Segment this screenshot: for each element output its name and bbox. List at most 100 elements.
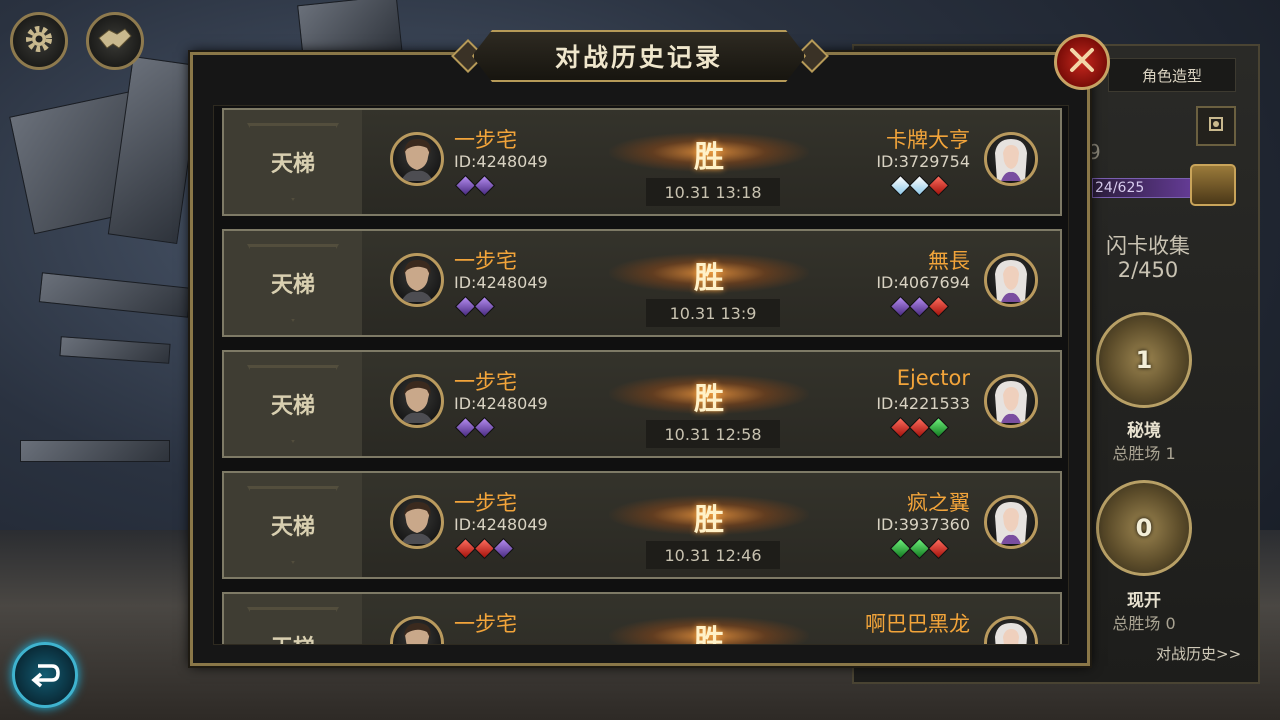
battle-history-link[interactable]: 对战历史>>: [1156, 643, 1241, 664]
collection-progress-bar: 24/625: [1092, 178, 1204, 198]
opponent-gems: [889, 174, 950, 197]
gem-green-icon: [927, 416, 950, 439]
collection-progress-text: 24/625: [1095, 180, 1145, 196]
player-name: 一步宅: [454, 491, 517, 515]
treasure-chest-icon[interactable]: [1190, 164, 1236, 206]
opponent-avatar[interactable]: [984, 132, 1038, 186]
record-row[interactable]: 天梯 一步宅 ID:4248049 胜 10.31 12:58 Ejector ID:422…: [222, 350, 1062, 458]
player-name: 一步宅: [454, 128, 517, 152]
settings-button[interactable]: [10, 12, 68, 70]
skin-icon-button[interactable]: [1196, 106, 1236, 146]
handshake-icon: [97, 24, 133, 58]
opponent-name: 卡牌大亨: [886, 128, 970, 152]
gem-purple-icon: [492, 537, 515, 560]
mode-cell: 天梯: [224, 110, 362, 214]
player-gems: [454, 416, 496, 439]
opponent-id: ID:3729754: [876, 152, 970, 171]
bg-stone-block: [38, 272, 192, 318]
mode-label: 天梯: [270, 393, 315, 419]
mode-label: 天梯: [271, 630, 315, 644]
opponent-name: Ejector: [896, 366, 970, 390]
bg-stone-block: [107, 56, 203, 244]
match-time: 10.31 12:46: [646, 541, 780, 569]
gem-red-icon: [927, 295, 950, 318]
tab-character-skins[interactable]: 角色造型: [1108, 58, 1236, 92]
player-avatar[interactable]: [390, 132, 444, 186]
player-name: 一步宅: [454, 612, 517, 636]
secret-realm-title: 秘境: [1127, 421, 1161, 441]
match-time: 10.31 12:58: [646, 420, 780, 448]
gem-purple-icon: [473, 416, 496, 439]
record-row[interactable]: 天梯 一步宅 ID:4248049 胜 10.31 12:46 疯之翼 ID:3937360: [222, 471, 1062, 579]
secret-realm-count: 1: [1135, 346, 1153, 374]
gem-red-icon: [927, 537, 950, 560]
player-gems: [454, 537, 515, 560]
records-list[interactable]: 天梯 一步宅 ID:4248049 胜 10.31 13:18 卡牌大亨 ID:372975…: [213, 105, 1069, 645]
mode-label: 天梯: [270, 272, 315, 298]
opponent-id: ID:4067694: [876, 273, 970, 292]
record-row[interactable]: 天梯 一步宅胜 啊巴巴黑龙: [222, 592, 1062, 645]
mode-cell: 天梯: [224, 473, 362, 577]
player-id: ID:4248049: [454, 394, 548, 413]
mode-label: 天梯: [270, 151, 315, 177]
close-icon: [1067, 45, 1097, 79]
result-label: 胜: [694, 140, 724, 175]
result-label: 胜: [694, 261, 724, 296]
player-avatar[interactable]: [390, 495, 444, 549]
opponent-avatar[interactable]: [984, 495, 1038, 549]
gem-purple-icon: [473, 174, 496, 197]
reveal-title: 现开: [1127, 591, 1161, 611]
opponent-gems: [889, 416, 950, 439]
result-label: 胜: [694, 503, 724, 538]
player-id: ID:4248049: [454, 152, 548, 171]
close-button[interactable]: [1054, 34, 1110, 90]
opponent-name: 疯之翼: [907, 491, 970, 515]
opponent-id: ID:4221533: [876, 394, 970, 413]
back-button[interactable]: [12, 642, 78, 708]
gem-purple-icon: [473, 295, 496, 318]
reveal-count: 0: [1135, 514, 1153, 542]
match-time: 10.31 13:9: [646, 299, 780, 327]
mode-label: 天梯: [270, 514, 315, 540]
player-avatar[interactable]: [390, 253, 444, 307]
opponent-name: 啊巴巴黑龙: [865, 612, 970, 636]
player-gems: [454, 295, 496, 318]
dialog-title: 对战历史记录: [554, 43, 723, 72]
player-name: 一步宅: [454, 370, 517, 394]
opponent-avatar[interactable]: [984, 616, 1038, 644]
reveal-emblem[interactable]: 0: [1096, 480, 1192, 576]
secret-realm-emblem[interactable]: 1: [1096, 312, 1192, 408]
battle-history-dialog: 天梯 一步宅 ID:4248049 胜 10.31 13:18 卡牌大亨 ID:372975…: [190, 52, 1090, 666]
result-label: 胜: [694, 624, 724, 645]
mode-cell: 天梯: [224, 231, 362, 335]
record-row[interactable]: 天梯 一步宅 ID:4248049 胜 10.31 13:18 卡牌大亨 ID:372975…: [222, 108, 1062, 216]
flash-card-label: 闪卡收集: [1106, 234, 1190, 258]
opponent-avatar[interactable]: [984, 374, 1038, 428]
record-row[interactable]: 天梯 一步宅 ID:4248049 胜 10.31 13:9 無長 ID:4067694: [222, 229, 1062, 337]
gear-icon: [22, 22, 56, 60]
gem-red-icon: [927, 174, 950, 197]
player-name: 一步宅: [454, 249, 517, 273]
player-avatar[interactable]: [390, 616, 444, 644]
player-id: ID:4248049: [454, 515, 548, 534]
mode-cell: 天梯: [224, 594, 362, 644]
opponent-avatar[interactable]: [984, 253, 1038, 307]
player-gems: [454, 174, 496, 197]
opponent-name: 無長: [928, 249, 970, 273]
social-button[interactable]: [86, 12, 144, 70]
bg-stone-block: [20, 440, 170, 462]
secret-realm-wins: 总胜场 1: [1112, 444, 1176, 463]
reveal-wins: 总胜场 0: [1112, 614, 1176, 633]
flash-card-count: 2/450: [1117, 258, 1179, 282]
dialog-title-plate: 对战历史记录: [472, 30, 806, 82]
player-avatar[interactable]: [390, 374, 444, 428]
mode-cell: 天梯: [224, 352, 362, 456]
player-id: ID:4248049: [454, 273, 548, 292]
bg-stone-block: [59, 336, 171, 364]
opponent-gems: [889, 537, 950, 560]
back-arrow-icon: [28, 658, 62, 692]
sun-icon: [1205, 113, 1227, 139]
match-time: 10.31 13:18: [646, 178, 780, 206]
opponent-gems: [889, 295, 950, 318]
opponent-id: ID:3937360: [876, 515, 970, 534]
